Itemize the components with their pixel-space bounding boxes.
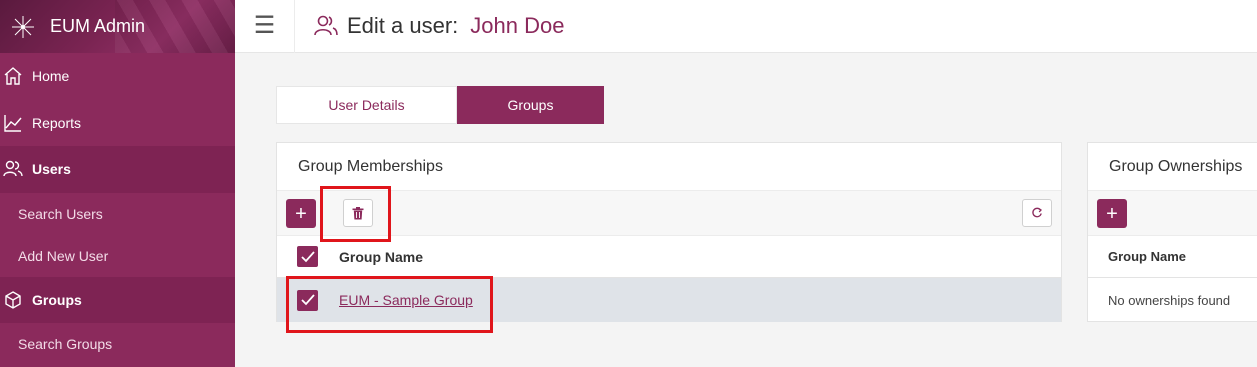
users-icon	[2, 158, 24, 180]
add-ownership-button[interactable]: +	[1097, 199, 1127, 228]
ownerships-toolbar: +	[1088, 191, 1257, 236]
sidebar-item-reports[interactable]: Reports	[0, 100, 235, 147]
sidebar-item-label: Home	[32, 68, 70, 85]
select-all-checkbox[interactable]	[297, 246, 318, 267]
sidebar-item-label: Reports	[32, 114, 82, 131]
logo-icon	[12, 15, 34, 38]
memberships-toolbar: +	[277, 191, 1061, 236]
tab-bar: User Details Groups	[276, 86, 604, 124]
sidebar-item-add-new-user[interactable]: Add New User	[0, 234, 235, 277]
panel-title: Group Ownerships	[1088, 143, 1257, 191]
trash-icon	[352, 206, 364, 219]
row-checkbox[interactable]	[297, 289, 318, 311]
panel-title: Group Memberships	[277, 143, 1061, 191]
plus-icon: +	[295, 202, 307, 225]
checkmark-icon	[300, 250, 315, 262]
checkmark-icon	[300, 294, 315, 306]
tab-groups[interactable]: Groups	[457, 86, 604, 124]
group-memberships-panel: Group Memberships + Group Name EUM - Sam…	[276, 142, 1062, 322]
brand-name: EUM Admin	[50, 16, 146, 36]
table-row[interactable]: EUM - Sample Group	[277, 278, 1061, 322]
sidebar-item-search-groups[interactable]: Search Groups	[0, 323, 235, 365]
sidebar-item-search-users[interactable]: Search Users	[0, 192, 235, 235]
home-icon	[2, 65, 24, 87]
hamburger-icon: ☰	[253, 12, 276, 39]
sidebar-item-users[interactable]: Users	[0, 146, 235, 193]
sidebar-item-home[interactable]: Home	[0, 53, 235, 100]
add-membership-button[interactable]: +	[286, 199, 316, 228]
group-ownerships-panel: Group Ownerships + Group Name No ownersh…	[1087, 142, 1257, 322]
users-icon	[314, 15, 338, 36]
top-bar: ☰ Edit a user: John Doe	[235, 0, 1257, 53]
empty-state: No ownerships found	[1088, 278, 1257, 322]
edited-user-name: John Doe	[470, 13, 565, 38]
group-name-link[interactable]: EUM - Sample Group	[339, 292, 473, 308]
ownerships-grid-header: Group Name	[1088, 236, 1257, 278]
sidebar-item-label: Groups	[32, 291, 82, 308]
plus-icon: +	[1106, 202, 1118, 225]
page-title-text: Edit a user:	[347, 13, 459, 38]
sidebar: EUM Admin Home Reports Users Search User…	[0, 0, 235, 367]
column-header-group-name[interactable]: Group Name	[339, 249, 423, 265]
tab-user-details[interactable]: User Details	[276, 86, 457, 124]
chart-line-icon	[2, 112, 24, 134]
refresh-icon	[1032, 207, 1043, 218]
sidebar-item-groups[interactable]: Groups	[0, 276, 235, 323]
refresh-button[interactable]	[1022, 199, 1052, 227]
sidebar-item-label: Users	[32, 161, 71, 178]
memberships-grid-header: Group Name	[277, 236, 1061, 278]
column-header-group-name[interactable]: Group Name	[1108, 249, 1186, 264]
menu-toggle-button[interactable]: ☰	[235, 0, 295, 53]
brand-header[interactable]: EUM Admin	[0, 0, 235, 53]
empty-state-text: No ownerships found	[1108, 292, 1231, 308]
delete-membership-button[interactable]	[343, 199, 373, 227]
cube-icon	[2, 289, 24, 311]
page-title: Edit a user: John Doe	[295, 13, 564, 39]
